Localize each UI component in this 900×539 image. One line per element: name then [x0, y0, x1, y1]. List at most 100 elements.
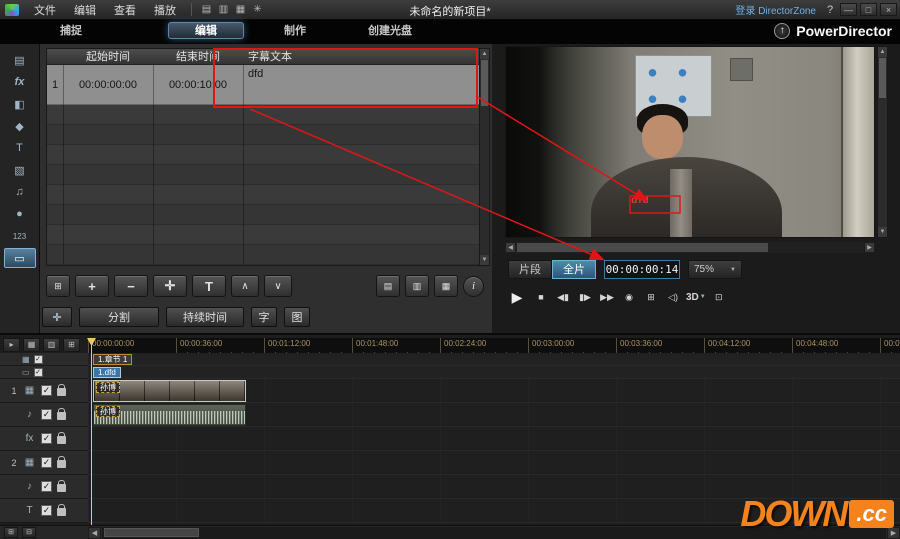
subtitle-text-cell[interactable]: dfd — [243, 65, 479, 104]
track-lock-icon[interactable] — [57, 484, 66, 492]
display-icon[interactable]: ▦ — [232, 4, 249, 15]
dual-preview-button[interactable]: ⊞ — [642, 287, 660, 307]
subtitle-marker[interactable]: 1.dfd — [93, 367, 121, 378]
menu-play[interactable]: 播放 — [145, 2, 185, 18]
3d-toggle-button[interactable]: 3D ▼ — [686, 287, 706, 307]
track-enable-checkbox[interactable]: ✓ — [41, 433, 52, 444]
track-content[interactable] — [88, 427, 900, 451]
scroll-thumb[interactable] — [879, 58, 886, 98]
select-tool-icon[interactable]: ▸ — [3, 338, 20, 352]
split-button[interactable]: 分割 — [79, 307, 159, 327]
import-file-button[interactable]: ▦ — [434, 275, 458, 297]
voiceover-room-button[interactable]: ● — [4, 204, 36, 224]
track-enable-checkbox[interactable]: ✓ — [41, 457, 52, 468]
zoom-tool-icon[interactable]: ⊞ — [63, 338, 80, 352]
info-button[interactable]: i — [463, 276, 484, 297]
tab-edit[interactable]: 编辑 — [168, 22, 244, 39]
menu-view[interactable]: 查看 — [105, 2, 145, 18]
track-lock-icon[interactable] — [57, 436, 66, 444]
storyboard-view-icon[interactable]: ▥ — [43, 338, 60, 352]
subtitle-scrollbar[interactable]: ▲ ▼ — [479, 48, 490, 266]
track-enable-checkbox[interactable]: ✓ — [34, 368, 43, 377]
text-format-button[interactable]: T — [192, 275, 226, 297]
menu-file[interactable]: 文件 — [25, 2, 65, 18]
layout-icon[interactable]: ▥ — [215, 4, 232, 15]
scroll-thumb[interactable] — [517, 243, 768, 252]
restore-button[interactable]: □ — [860, 3, 877, 16]
tab-produce[interactable]: 制作 — [272, 23, 318, 40]
subtitle-row-selected[interactable]: 1 00:00:00:00 00:00:10:00 dfd — [47, 65, 479, 105]
track-enable-checkbox[interactable]: ✓ — [41, 385, 52, 396]
subtitle-row-empty[interactable] — [47, 245, 479, 265]
track-enable-checkbox[interactable]: ✓ — [41, 505, 52, 516]
scroll-left-icon[interactable]: ◀ — [505, 242, 516, 253]
add-subtitle-button[interactable]: + — [75, 275, 109, 297]
scroll-up-icon[interactable]: ▲ — [480, 49, 489, 59]
scroll-right-icon[interactable]: ▶ — [864, 242, 875, 253]
subtitle-overlay-text[interactable]: dfd — [631, 195, 650, 206]
close-button[interactable]: × — [880, 3, 897, 16]
zoom-out-icon[interactable]: ⊟ — [22, 527, 36, 538]
remove-subtitle-button[interactable]: − — [114, 275, 148, 297]
audio-clip[interactable]: 孙博 — [93, 404, 246, 426]
media-room-button[interactable]: ▤ — [4, 50, 36, 70]
scroll-thumb[interactable] — [481, 60, 488, 106]
play-button[interactable]: ▶ — [506, 287, 528, 307]
playhead[interactable] — [91, 338, 92, 525]
track-lock-icon[interactable] — [57, 508, 66, 516]
subtitle-track-area[interactable]: 1.dfd — [88, 366, 900, 379]
fast-forward-button[interactable]: ▶▶ — [598, 287, 616, 307]
subtitle-row-empty[interactable] — [47, 105, 479, 125]
clip-mode-button[interactable]: 片段 — [508, 260, 552, 279]
transition-room-button[interactable]: ▧ — [4, 160, 36, 180]
save-icon[interactable]: ▤ — [198, 4, 215, 15]
track-lock-icon[interactable] — [57, 412, 66, 420]
subtitle-row-empty[interactable] — [47, 205, 479, 225]
help-button[interactable]: ? — [823, 4, 837, 16]
title-room-button[interactable]: T — [4, 138, 36, 158]
column-end-time[interactable]: 结束时间 — [153, 49, 243, 64]
scroll-thumb[interactable] — [104, 528, 199, 537]
track-view-icon[interactable]: ▦ — [23, 338, 40, 352]
track-lock-icon[interactable] — [57, 460, 66, 468]
subtitle-row-empty[interactable] — [47, 225, 479, 245]
zoom-in-icon[interactable]: ⊞ — [4, 527, 18, 538]
chapter-track-area[interactable]: 1.章节 1 — [88, 353, 900, 366]
subtitle-row-empty[interactable] — [47, 125, 479, 145]
menu-edit[interactable]: 编辑 — [65, 2, 105, 18]
zoom-select[interactable]: 75% ▼ — [688, 260, 742, 279]
column-subtitle-text[interactable]: 字幕文本 — [243, 49, 479, 64]
pip-objects-room-button[interactable]: ◧ — [4, 94, 36, 114]
subtitle-row-empty[interactable] — [47, 145, 479, 165]
movie-mode-button[interactable]: 全片 — [552, 260, 596, 279]
import-image-button[interactable]: ▥ — [405, 275, 429, 297]
subtitle-row-empty[interactable] — [47, 165, 479, 185]
subtitle-text-mode-button[interactable]: 字 — [251, 307, 277, 327]
audio-mixing-room-button[interactable]: ♫ — [4, 182, 36, 202]
duration-button[interactable]: 持续时间 — [166, 307, 244, 327]
subtitle-row-empty[interactable] — [47, 185, 479, 205]
end-time-cell[interactable]: 00:00:10:00 — [153, 65, 243, 104]
minimize-button[interactable]: — — [840, 3, 857, 16]
timeline-ruler[interactable]: 00:00:00:0000:00:36:0000:01:12:0000:01:4… — [88, 338, 900, 353]
subtitle-image-mode-button[interactable]: 图 — [284, 307, 310, 327]
column-start-time[interactable]: 起始时间 — [63, 49, 153, 64]
add-marker-button[interactable]: ⊞ — [46, 275, 70, 297]
tab-create-disc[interactable]: 创建光盘 — [356, 23, 424, 40]
track-content[interactable] — [88, 451, 900, 475]
scroll-down-icon[interactable]: ▼ — [480, 255, 489, 265]
scroll-down-icon[interactable]: ▼ — [878, 227, 887, 237]
track-enable-checkbox[interactable]: ✓ — [41, 409, 52, 420]
move-down-button[interactable]: ∨ — [264, 275, 292, 297]
previous-frame-button[interactable]: ◀▮ — [554, 287, 572, 307]
subtitle-room-button[interactable]: ▭ — [4, 248, 36, 268]
sync-subtitle-button[interactable]: ✛ — [153, 275, 187, 297]
scroll-left-icon[interactable]: ◀ — [88, 527, 101, 539]
chapter-room-button[interactable]: 123 — [4, 226, 36, 246]
start-time-cell[interactable]: 00:00:00:00 — [63, 65, 153, 104]
volume-button[interactable]: ◁) — [664, 287, 682, 307]
chapter-marker[interactable]: 1.章节 1 — [93, 354, 132, 365]
effect-room-button[interactable]: fx — [4, 72, 36, 92]
video-clip[interactable]: 孙博 — [93, 380, 246, 402]
move-up-button[interactable]: ∧ — [231, 275, 259, 297]
